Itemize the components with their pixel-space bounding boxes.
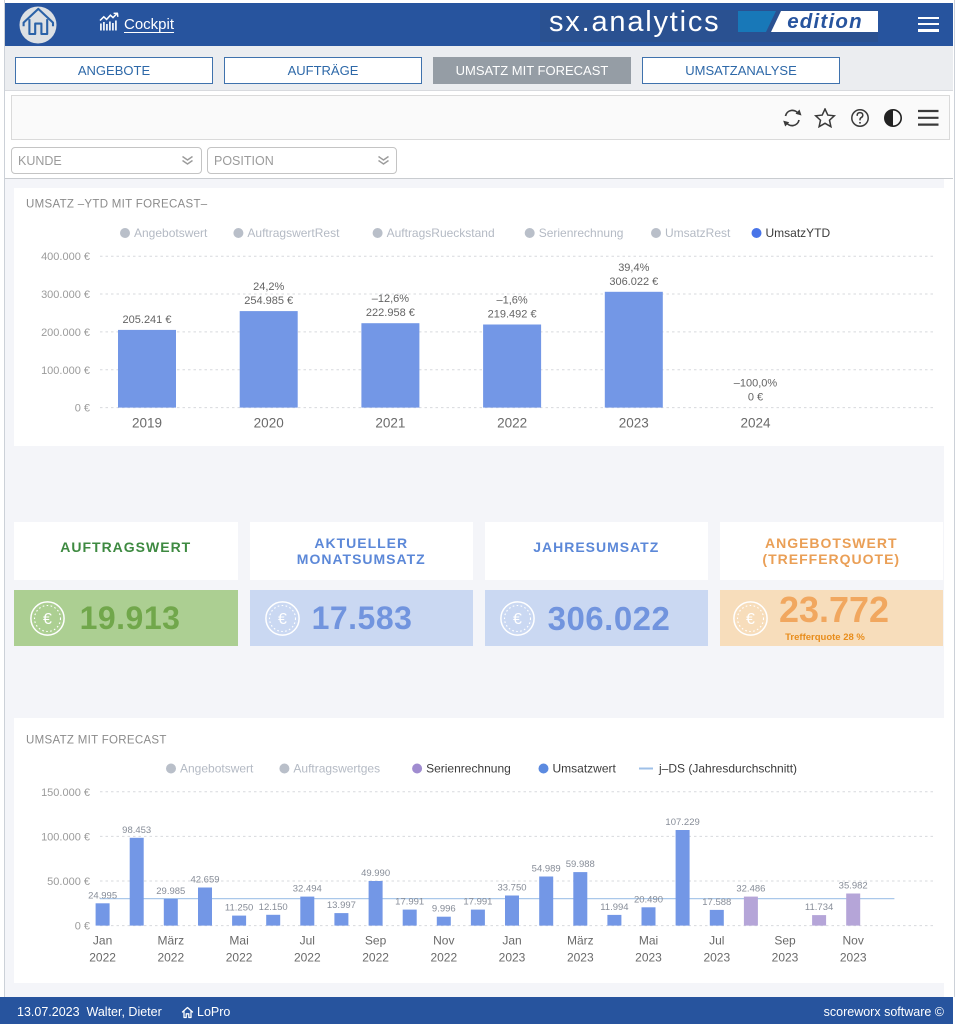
svg-text:35.982: 35.982	[839, 881, 868, 892]
svg-text:UMSATZ –YTD MIT FORECAST–: UMSATZ –YTD MIT FORECAST–	[26, 199, 208, 211]
svg-text:11.734: 11.734	[805, 902, 833, 913]
svg-text:2022: 2022	[294, 951, 321, 965]
svg-text:11.250: 11.250	[225, 903, 253, 914]
svg-text:2023: 2023	[772, 951, 799, 965]
svg-text:306.022 €: 306.022 €	[609, 276, 658, 288]
svg-text:13.997: 13.997	[327, 900, 356, 911]
svg-text:Serienrechnung: Serienrechnung	[539, 226, 624, 240]
svg-text:–12,6%: –12,6%	[372, 293, 410, 305]
svg-text:2023: 2023	[499, 951, 526, 965]
svg-text:49.990: 49.990	[361, 868, 390, 879]
svg-text:2023: 2023	[619, 416, 649, 431]
svg-text:0 €: 0 €	[75, 403, 90, 415]
svg-text:UMSATZ MIT FORECAST: UMSATZ MIT FORECAST	[26, 735, 167, 747]
svg-text:2022: 2022	[157, 951, 184, 965]
svg-text:150.000 €: 150.000 €	[41, 787, 90, 799]
svg-text:2022: 2022	[497, 416, 527, 431]
svg-text:0 €: 0 €	[748, 392, 763, 404]
svg-text:2022: 2022	[89, 951, 116, 965]
svg-text:12.150: 12.150	[259, 902, 288, 913]
svg-text:2023: 2023	[635, 951, 662, 965]
svg-text:März: März	[567, 934, 594, 948]
svg-text:Nov: Nov	[843, 934, 864, 948]
svg-text:200.000 €: 200.000 €	[41, 327, 90, 339]
svg-text:Sep: Sep	[774, 934, 796, 948]
svg-text:2024: 2024	[740, 416, 771, 431]
svg-text:42.659: 42.659	[190, 875, 219, 886]
svg-text:2023: 2023	[840, 951, 867, 965]
svg-text:Umsatzwert: Umsatzwert	[553, 762, 617, 776]
svg-text:32.494: 32.494	[293, 884, 322, 895]
svg-text:300.000 €: 300.000 €	[41, 289, 90, 301]
svg-text:2019: 2019	[132, 416, 162, 431]
svg-text:–100,0%: –100,0%	[734, 378, 778, 390]
svg-text:24.995: 24.995	[88, 890, 117, 901]
svg-text:2022: 2022	[226, 951, 253, 965]
svg-text:107.229: 107.229	[665, 817, 699, 828]
svg-text:Sep: Sep	[365, 934, 387, 948]
svg-text:Serienrechnung: Serienrechnung	[426, 762, 511, 776]
svg-text:UmsatzRest: UmsatzRest	[665, 226, 731, 240]
svg-text:54.989: 54.989	[532, 864, 561, 875]
svg-text:j–DS (Jahresdurchschnitt): j–DS (Jahresdurchschnitt)	[658, 762, 797, 776]
svg-text:Angebotswert: Angebotswert	[180, 762, 254, 776]
svg-text:39,4%: 39,4%	[618, 262, 649, 274]
svg-text:März: März	[157, 934, 184, 948]
svg-text:17.588: 17.588	[702, 897, 731, 908]
svg-text:2020: 2020	[254, 416, 284, 431]
svg-text:59.988: 59.988	[566, 859, 595, 870]
svg-text:20.490: 20.490	[634, 894, 663, 905]
svg-text:AuftragsRueckstand: AuftragsRueckstand	[387, 226, 495, 240]
svg-text:2021: 2021	[375, 416, 405, 431]
svg-text:Auftragswertges: Auftragswertges	[293, 762, 380, 776]
svg-text:222.958 €: 222.958 €	[366, 307, 415, 319]
svg-text:32.486: 32.486	[736, 884, 765, 895]
svg-text:2023: 2023	[567, 951, 594, 965]
svg-text:9.996: 9.996	[432, 904, 456, 915]
svg-text:Angebotswert: Angebotswert	[134, 226, 208, 240]
svg-text:98.453: 98.453	[122, 825, 151, 836]
svg-text:219.492 €: 219.492 €	[488, 309, 537, 321]
svg-text:Jul: Jul	[300, 934, 315, 948]
svg-text:100.000 €: 100.000 €	[41, 365, 90, 377]
svg-text:Jan: Jan	[502, 934, 521, 948]
svg-text:11.994: 11.994	[600, 902, 628, 913]
svg-text:2023: 2023	[703, 951, 730, 965]
svg-text:100.000 €: 100.000 €	[41, 831, 90, 843]
svg-text:Jul: Jul	[709, 934, 724, 948]
svg-text:2022: 2022	[362, 951, 389, 965]
svg-text:Mai: Mai	[639, 934, 658, 948]
svg-text:400.000 €: 400.000 €	[41, 251, 90, 263]
svg-text:17.991: 17.991	[463, 897, 492, 908]
svg-text:0 €: 0 €	[75, 921, 90, 933]
svg-text:Jan: Jan	[93, 934, 112, 948]
svg-text:205.241 €: 205.241 €	[123, 314, 172, 326]
svg-text:–1,6%: –1,6%	[496, 295, 527, 307]
svg-text:24,2%: 24,2%	[253, 281, 284, 293]
svg-text:50.000 €: 50.000 €	[47, 876, 90, 888]
svg-text:17.991: 17.991	[395, 897, 424, 908]
svg-text:254.985 €: 254.985 €	[244, 295, 293, 307]
svg-text:2022: 2022	[430, 951, 457, 965]
svg-text:UmsatzYTD: UmsatzYTD	[766, 226, 831, 240]
svg-text:Nov: Nov	[433, 934, 454, 948]
svg-text:33.750: 33.750	[497, 883, 526, 894]
svg-text:Mai: Mai	[229, 934, 248, 948]
svg-text:AuftragswertRest: AuftragswertRest	[247, 226, 340, 240]
svg-text:29.985: 29.985	[156, 886, 185, 897]
svg-text:edition: edition	[787, 11, 863, 32]
svg-text:€: €	[513, 611, 522, 628]
